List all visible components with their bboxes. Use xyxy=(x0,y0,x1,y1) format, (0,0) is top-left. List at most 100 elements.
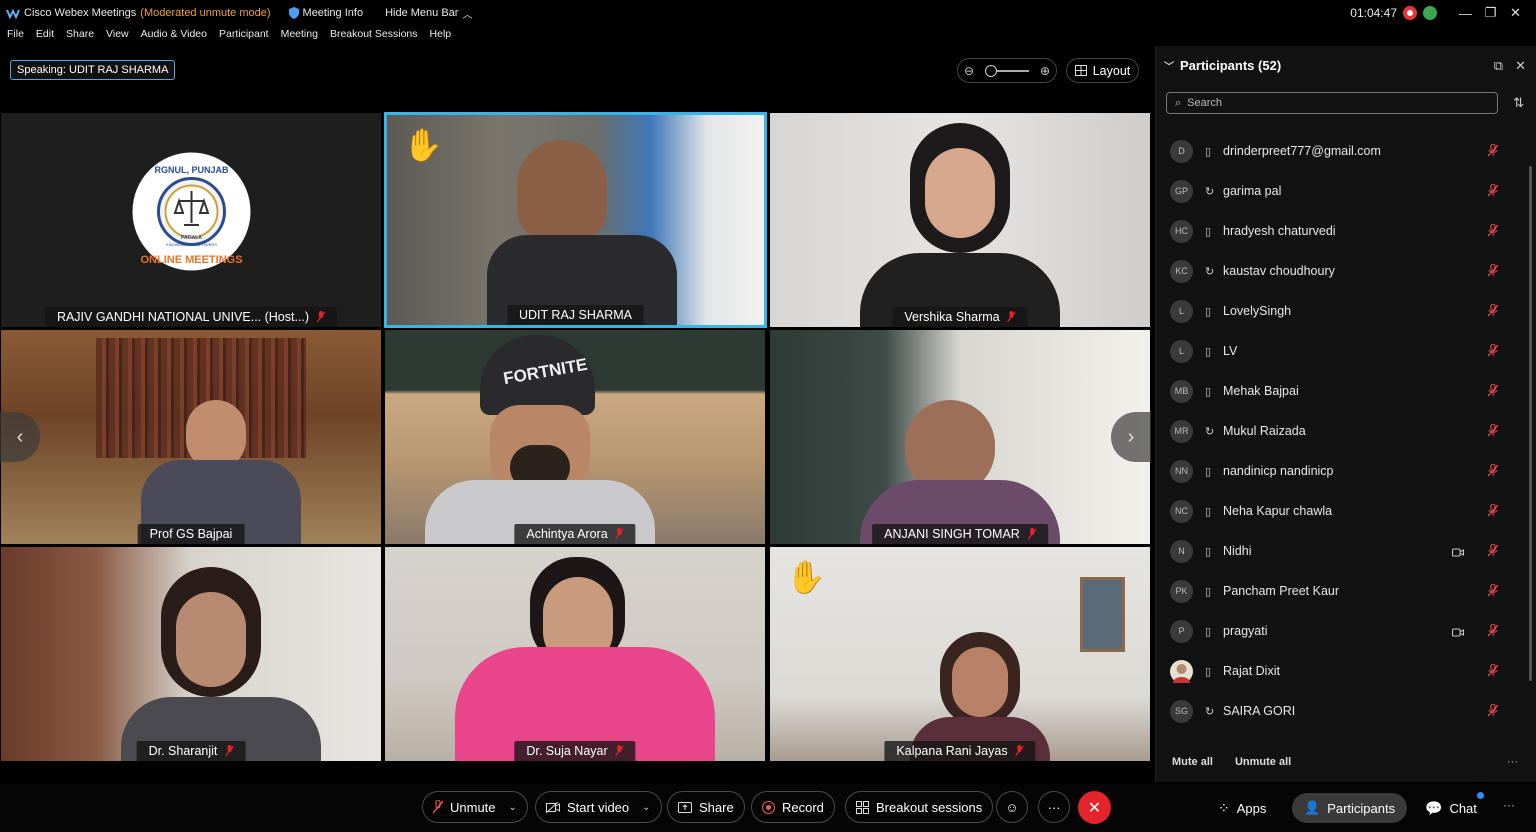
participant-row-name: drinderpreet777@gmail.com xyxy=(1223,144,1381,158)
phone-device-icon: ▯ xyxy=(1205,625,1212,638)
reactions-button[interactable]: ☺ xyxy=(996,791,1028,823)
video-tile-dr-sharanjit[interactable]: Dr. Sharanjit xyxy=(1,547,381,761)
participant-row[interactable]: L ▯ LovelySingh xyxy=(1156,291,1522,331)
menu-edit[interactable]: Edit xyxy=(36,28,54,46)
menu-view[interactable]: View xyxy=(106,28,129,46)
participant-row[interactable]: GP ↻ garima pal xyxy=(1156,171,1522,211)
mic-muted-icon[interactable] xyxy=(1487,703,1499,722)
apps-button[interactable]: ⁘ Apps xyxy=(1206,793,1278,823)
mic-muted-icon[interactable] xyxy=(1487,383,1499,402)
chat-notification-dot xyxy=(1477,792,1484,799)
video-tile-rgnul[interactable]: RGNUL, PUNJAB PATIALA KNOWLEDGE EMPOWERS… xyxy=(1,113,381,327)
video-tile-kalpana-rani-jayas[interactable]: ✋ Kalpana Rani Jayas xyxy=(770,547,1150,761)
participant-list-scrollbar[interactable] xyxy=(1529,166,1532,681)
menu-share[interactable]: Share xyxy=(66,28,94,46)
video-tile-anjani-singh-tomar[interactable]: ANJANI SINGH TOMAR xyxy=(770,330,1150,544)
breakout-sessions-button[interactable]: Breakout sessions xyxy=(845,791,994,823)
mic-muted-icon[interactable] xyxy=(1487,463,1499,482)
participant-row[interactable]: HC ▯ hradyesh chaturvedi xyxy=(1156,211,1522,251)
menu-participant[interactable]: Participant xyxy=(219,28,269,46)
video-tile-udit-raj-sharma[interactable]: ✋ UDIT RAJ SHARMA xyxy=(384,112,767,328)
participant-row[interactable]: D ▯ drinderpreet777@gmail.com xyxy=(1156,131,1522,171)
zoom-slider-thumb[interactable] xyxy=(985,64,997,77)
sort-icon[interactable]: ⇅ xyxy=(1513,95,1524,111)
video-tile-vershika-sharma[interactable]: Vershika Sharma xyxy=(770,113,1150,327)
hide-menu-bar-button[interactable]: Hide Menu Bar ︿ xyxy=(385,6,472,21)
participant-row-name: garima pal xyxy=(1223,184,1282,198)
chevron-down-icon[interactable]: ⌄ xyxy=(509,802,517,813)
share-button[interactable]: Share xyxy=(667,791,745,823)
mic-muted-icon[interactable] xyxy=(1487,583,1499,602)
popout-icon[interactable]: ⧉ xyxy=(1494,58,1503,74)
video-tile-achintya-arora[interactable]: FORTNITE Achintya Arora xyxy=(385,330,765,544)
participant-row[interactable]: N ▯ Nidhi xyxy=(1156,531,1522,571)
raised-hand-icon: ✋ xyxy=(403,127,443,163)
start-video-label: Start video xyxy=(567,799,630,815)
menu-bar: File Edit Share View Audio & Video Parti… xyxy=(0,28,451,46)
participant-row[interactable]: NC ▯ Neha Kapur chawla xyxy=(1156,491,1522,531)
mic-muted-icon[interactable] xyxy=(1487,263,1499,282)
unmute-button[interactable]: Unmute ⌄ xyxy=(422,791,528,823)
mic-muted-icon[interactable] xyxy=(1487,423,1499,442)
participants-button[interactable]: 👤 Participants xyxy=(1292,793,1408,823)
mic-muted-icon xyxy=(615,528,624,540)
mute-all-button[interactable]: Mute all xyxy=(1172,756,1213,768)
sync-device-icon: ↻ xyxy=(1205,265,1215,278)
leave-meeting-button[interactable]: ✕ xyxy=(1078,791,1111,824)
mic-muted-icon[interactable] xyxy=(1487,223,1499,242)
minimize-button[interactable]: — xyxy=(1453,6,1478,21)
record-button[interactable]: Record xyxy=(751,791,835,823)
participant-name-bar: Vershika Sharma xyxy=(892,307,1028,327)
menu-meeting[interactable]: Meeting xyxy=(281,28,318,46)
mic-muted-icon[interactable] xyxy=(1487,303,1499,322)
participant-row[interactable]: MB ▯ Mehak Bajpai xyxy=(1156,371,1522,411)
unmute-all-button[interactable]: Unmute all xyxy=(1235,756,1291,768)
start-video-button[interactable]: Start video ⌄ xyxy=(535,791,662,823)
zoom-in-icon[interactable]: ⊕ xyxy=(1040,64,1050,78)
participant-row[interactable]: MR ↻ Mukul Raizada xyxy=(1156,411,1522,451)
phone-device-icon: ▯ xyxy=(1205,385,1212,398)
meeting-timer: 01:04:47 xyxy=(1350,6,1397,20)
close-panel-icon[interactable]: ✕ xyxy=(1515,58,1526,74)
participant-row-name: SAIRA GORI xyxy=(1223,704,1296,718)
more-options-button[interactable]: ··· xyxy=(1038,791,1070,823)
logo-text-top: RGNUL, PUNJAB xyxy=(154,165,229,175)
zoom-out-icon[interactable]: ⊖ xyxy=(964,64,974,78)
menu-breakout-sessions[interactable]: Breakout Sessions xyxy=(330,28,418,46)
mic-muted-icon[interactable] xyxy=(1487,183,1499,202)
participant-row[interactable]: L ▯ LV xyxy=(1156,331,1522,371)
restore-button[interactable]: ❐ xyxy=(1478,5,1503,21)
chevron-down-icon[interactable]: ⌄ xyxy=(642,802,650,813)
participant-row[interactable]: ▯ Rajat Dixit xyxy=(1156,651,1522,691)
participant-row[interactable]: NN ▯ nandinicp nandinicp xyxy=(1156,451,1522,491)
video-tile-dr-suja-nayar[interactable]: Dr. Suja Nayar xyxy=(385,547,765,761)
participant-row[interactable]: P ▯ pragyati xyxy=(1156,611,1522,651)
menu-audio-video[interactable]: Audio & Video xyxy=(141,28,207,46)
mic-muted-icon[interactable] xyxy=(1487,663,1499,682)
zoom-slider[interactable] xyxy=(985,64,1029,77)
phone-device-icon: ▯ xyxy=(1205,345,1212,358)
video-zoom-control[interactable]: ⊖ ⊕ xyxy=(957,58,1057,83)
mic-muted-icon[interactable] xyxy=(1487,543,1499,562)
participant-row[interactable]: PK ▯ Pancham Preet Kaur xyxy=(1156,571,1522,611)
menu-help[interactable]: Help xyxy=(430,28,452,46)
participant-list[interactable]: D ▯ drinderpreet777@gmail.com GP ↻ garima pal… xyxy=(1156,131,1522,745)
close-icon: ✕ xyxy=(1087,799,1102,817)
participant-row[interactable]: KC ↻ kaustav choudhoury xyxy=(1156,251,1522,291)
logo-text-inner: PATIALA xyxy=(181,235,202,241)
mic-muted-icon[interactable] xyxy=(1487,623,1499,642)
participant-row[interactable]: SG ↻ SAIRA GORI xyxy=(1156,691,1522,731)
mic-muted-icon[interactable] xyxy=(1487,343,1499,362)
video-tile-prof-gs-bajpai[interactable]: Prof GS Bajpai xyxy=(1,330,381,544)
meeting-info-button[interactable]: Meeting Info xyxy=(288,7,363,19)
mic-muted-icon[interactable] xyxy=(1487,143,1499,162)
participant-search-input[interactable]: ⌕ Search xyxy=(1166,92,1498,114)
more-options-icon[interactable]: ··· xyxy=(1507,756,1518,768)
participants-header[interactable]: ﹀ Participants (52) xyxy=(1164,58,1281,73)
more-options-icon[interactable]: ··· xyxy=(1503,798,1515,812)
close-window-button[interactable]: ✕ xyxy=(1503,5,1528,21)
layout-button[interactable]: Layout xyxy=(1066,58,1139,83)
mic-muted-icon[interactable] xyxy=(1487,503,1499,522)
menu-file[interactable]: File xyxy=(7,28,24,46)
chevron-down-icon[interactable]: ﹀ xyxy=(1164,58,1174,73)
